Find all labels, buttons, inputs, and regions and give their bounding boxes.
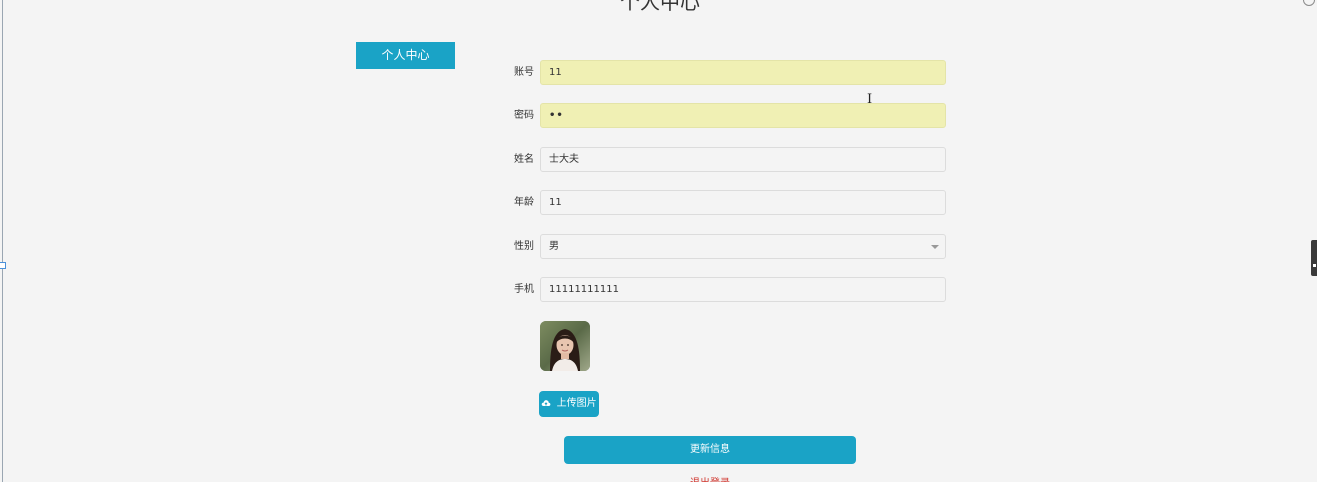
password-label: 密码: [514, 110, 534, 121]
form-row-account: 账号 11: [500, 60, 950, 86]
page-title: 个人中心: [620, 0, 700, 14]
sidebar-item-personal-center[interactable]: 个人中心: [356, 42, 455, 69]
name-input[interactable]: 士大夫: [540, 147, 946, 172]
form-row-gender: 性别 男: [500, 234, 950, 260]
chevron-down-icon: [931, 245, 939, 249]
gender-label: 性别: [514, 241, 534, 252]
age-input[interactable]: 11: [540, 190, 946, 215]
gender-select[interactable]: 男: [540, 234, 946, 259]
scrollbar-thumb[interactable]: [1311, 240, 1317, 276]
form-row-phone: 手机 11111111111: [500, 277, 950, 303]
phone-input[interactable]: 11111111111: [540, 277, 946, 302]
form-row-age: 年龄 11: [500, 190, 950, 216]
window-left-edge: [2, 0, 3, 482]
text-cursor-icon: I: [867, 92, 873, 107]
form-row-name: 姓名 士大夫: [500, 147, 950, 173]
logout-link[interactable]: 退出登录: [680, 474, 740, 482]
cloud-upload-icon: [542, 400, 551, 406]
avatar: [540, 321, 590, 371]
account-label: 账号: [514, 67, 534, 78]
age-label: 年龄: [514, 197, 534, 208]
form-row-password: 密码 ••: [500, 103, 950, 129]
name-label: 姓名: [514, 154, 534, 165]
avatar-photo: [540, 321, 590, 371]
gender-select-value: 男: [549, 241, 559, 252]
page: 个人中心 个人中心 账号 11 密码 •• 姓名 士大夫 年龄 11 性别 男 …: [0, 0, 1317, 482]
account-input[interactable]: 11: [540, 60, 946, 85]
resize-handle-left[interactable]: [0, 262, 6, 269]
corner-circle-icon: [1303, 0, 1315, 6]
upload-image-label: 上传图片: [556, 398, 597, 409]
upload-image-button[interactable]: 上传图片: [539, 391, 599, 417]
phone-label: 手机: [514, 284, 534, 295]
password-input[interactable]: ••: [540, 103, 946, 128]
update-info-button[interactable]: 更新信息: [564, 436, 856, 464]
